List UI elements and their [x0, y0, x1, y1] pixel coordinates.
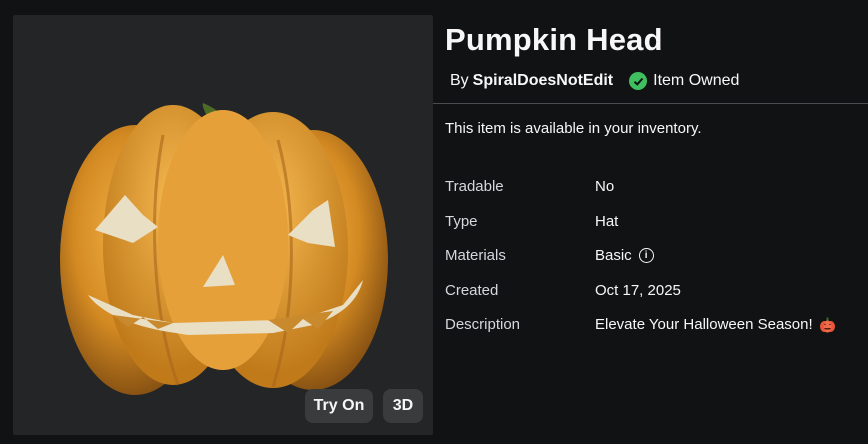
creator-link[interactable]: SpiralDoesNotEdit — [473, 72, 613, 90]
pumpkin-head-image — [60, 103, 388, 395]
detail-label: Description — [445, 316, 521, 333]
detail-value-wrap: Basic i — [595, 247, 654, 264]
try-on-button[interactable]: Try On — [305, 389, 373, 423]
detail-row-type: Type Hat — [445, 213, 836, 248]
detail-label: Type — [445, 212, 478, 230]
by-prefix: By — [450, 72, 469, 89]
detail-value: Oct 17, 2025 — [595, 281, 681, 299]
item-preview-viewer[interactable]: Try On 3D — [13, 15, 433, 435]
3d-view-button[interactable]: 3D — [383, 389, 423, 423]
detail-label: Materials — [445, 247, 506, 264]
item-title: Pumpkin Head — [445, 22, 663, 57]
availability-text: This item is available in your inventory… — [445, 120, 702, 137]
item-details: Tradable No Type Hat Materials Basic i C… — [445, 178, 836, 351]
detail-row-tradable: Tradable No — [445, 178, 836, 213]
detail-row-created: Created Oct 17, 2025 — [445, 282, 836, 317]
item-byline: By SpiralDoesNotEdit Item Owned — [450, 72, 739, 90]
detail-value: Basic — [595, 247, 632, 264]
info-icon[interactable]: i — [638, 248, 654, 263]
detail-row-materials: Materials Basic i — [445, 247, 836, 282]
detail-value: Hat — [595, 212, 619, 230]
owned-label: Item Owned — [653, 72, 740, 89]
detail-label: Created — [445, 281, 499, 299]
detail-row-description: Description Elevate Your Halloween Seaso… — [445, 316, 836, 351]
check-circle-icon — [629, 72, 648, 90]
divider — [433, 103, 868, 104]
pumpkin-emoji-icon — [819, 317, 836, 333]
detail-value-wrap: Elevate Your Halloween Season! — [595, 316, 836, 333]
detail-value: Elevate Your Halloween Season! — [595, 316, 813, 333]
owned-status: Item Owned — [629, 72, 739, 90]
detail-label: Tradable — [445, 178, 504, 195]
detail-value: No — [595, 178, 615, 195]
